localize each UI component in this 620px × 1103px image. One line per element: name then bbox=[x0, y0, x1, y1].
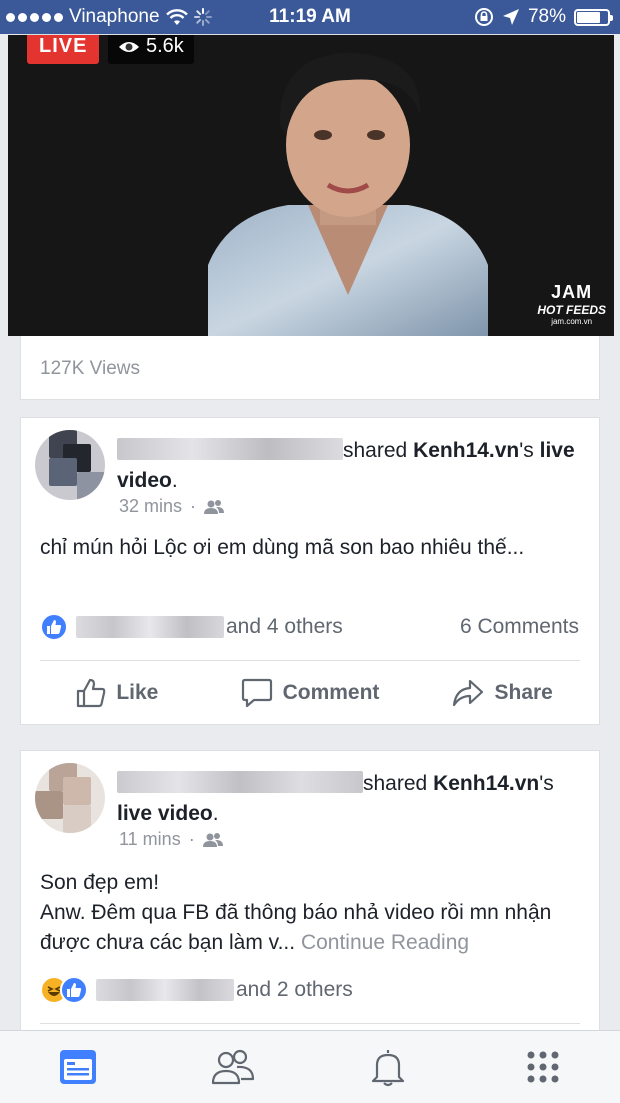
blurred-username[interactable] bbox=[117, 438, 343, 460]
reactions-row[interactable]: and 4 others 6 Comments bbox=[40, 612, 579, 642]
post-text-line: Son đẹp em! bbox=[40, 871, 160, 894]
avatar[interactable] bbox=[35, 763, 105, 833]
post-text-body: Anw. Đêm qua FB đã thông báo nhả video r… bbox=[40, 898, 581, 958]
post-text: Son đẹp em! Anw. Đêm qua FB đã thông báo… bbox=[40, 868, 581, 958]
friends-icon bbox=[204, 499, 225, 514]
video-frame-person bbox=[208, 53, 488, 336]
continue-reading-link[interactable]: Continue Reading bbox=[301, 931, 469, 954]
status-bar: Vinaphone 11:19 AM 78% bbox=[0, 0, 620, 34]
meta-separator: · bbox=[188, 829, 195, 849]
post-time[interactable]: 32 mins bbox=[119, 496, 182, 517]
like-reaction-icon bbox=[60, 976, 88, 1004]
status-right: 78% bbox=[474, 0, 613, 34]
like-reaction-icon bbox=[40, 613, 68, 641]
battery-percent: 78% bbox=[527, 6, 566, 27]
live-viewer-badge: 5.6k bbox=[108, 35, 194, 64]
watermark-subtitle: HOT FEEDS bbox=[537, 303, 606, 317]
possessive-suffix: 's bbox=[519, 439, 534, 462]
meta-separator: · bbox=[190, 496, 197, 516]
tab-more[interactable] bbox=[465, 1031, 620, 1103]
post-text: chỉ mún hỏi Lộc ơi em dùng mã son bao nh… bbox=[40, 536, 525, 559]
more-menu-icon bbox=[527, 1051, 558, 1083]
blurred-reactor-names bbox=[96, 979, 234, 1001]
battery-icon bbox=[574, 8, 613, 26]
tab-news-feed[interactable] bbox=[0, 1031, 155, 1103]
divider bbox=[40, 660, 580, 661]
possessive-suffix: 's bbox=[539, 772, 554, 795]
rotation-lock-icon bbox=[474, 8, 493, 26]
period: . bbox=[212, 802, 219, 825]
battery-level-fill bbox=[577, 11, 601, 23]
friends-icon bbox=[211, 1049, 254, 1085]
views-count: 127K Views bbox=[40, 358, 140, 379]
live-video-link[interactable]: live video bbox=[117, 802, 213, 825]
thumbs-up-icon bbox=[77, 678, 106, 708]
share-label: Share bbox=[494, 681, 553, 704]
blurred-reactor-names bbox=[76, 616, 224, 638]
friends-icon bbox=[202, 832, 223, 847]
comments-count[interactable]: 6 Comments bbox=[460, 615, 579, 639]
reactions-row[interactable]: and 2 others bbox=[40, 975, 579, 1005]
post-time[interactable]: 11 mins bbox=[119, 829, 181, 850]
avatar[interactable] bbox=[35, 430, 105, 500]
viewer-count: 5.6k bbox=[146, 35, 184, 57]
tab-notifications[interactable] bbox=[310, 1031, 465, 1103]
post-meta: 32 mins · bbox=[119, 496, 225, 517]
post-header: shared Kenh14.vn's live video. bbox=[117, 769, 579, 829]
comment-button[interactable]: Comment bbox=[214, 678, 407, 708]
blurred-username[interactable] bbox=[117, 771, 363, 793]
post-text-rest: Anw. Đêm qua FB đã thông báo nhả video r… bbox=[40, 901, 552, 954]
period: . bbox=[171, 469, 178, 492]
comment-label: Comment bbox=[282, 681, 380, 704]
news-feed-icon bbox=[59, 1050, 96, 1084]
action-row: Like Comment Share bbox=[21, 668, 599, 718]
share-arrow-icon bbox=[453, 679, 484, 707]
post-meta: 11 mins · bbox=[119, 829, 223, 850]
post-header: shared Kenh14.vn's live video. bbox=[117, 436, 579, 496]
like-button[interactable]: Like bbox=[21, 678, 214, 708]
tab-friends[interactable] bbox=[155, 1031, 310, 1103]
like-label: Like bbox=[116, 681, 159, 704]
reactions-others: and 2 others bbox=[236, 978, 353, 1001]
jam-hotfeeds-watermark: JAM HOT FEEDS jam.com.vn bbox=[537, 282, 606, 326]
shared-label: shared bbox=[363, 772, 428, 795]
location-arrow-icon bbox=[502, 9, 519, 25]
page-link[interactable]: Kenh14.vn bbox=[413, 439, 519, 462]
comment-bubble-icon bbox=[241, 678, 272, 708]
live-badge: LIVE bbox=[27, 35, 100, 64]
eye-icon bbox=[119, 41, 139, 52]
shared-label: shared bbox=[343, 439, 408, 462]
divider bbox=[40, 1023, 580, 1024]
live-video-player[interactable]: LIVE 5.6k JAM HOT FEEDS jam.com.vn bbox=[8, 35, 614, 336]
notifications-bell-icon bbox=[371, 1050, 404, 1087]
live-video-card: LIVE 5.6k JAM HOT FEEDS jam.com.vn 127K … bbox=[8, 34, 614, 400]
bottom-tab-bar bbox=[0, 1030, 620, 1103]
page-link[interactable]: Kenh14.vn bbox=[433, 772, 539, 795]
watermark-url: jam.com.vn bbox=[551, 317, 593, 326]
reactions-others: and 4 others bbox=[226, 615, 343, 638]
share-button[interactable]: Share bbox=[406, 679, 599, 707]
feed-post: shared Kenh14.vn's live video. 32 mins ·… bbox=[20, 417, 600, 725]
watermark-title: JAM bbox=[551, 282, 593, 302]
